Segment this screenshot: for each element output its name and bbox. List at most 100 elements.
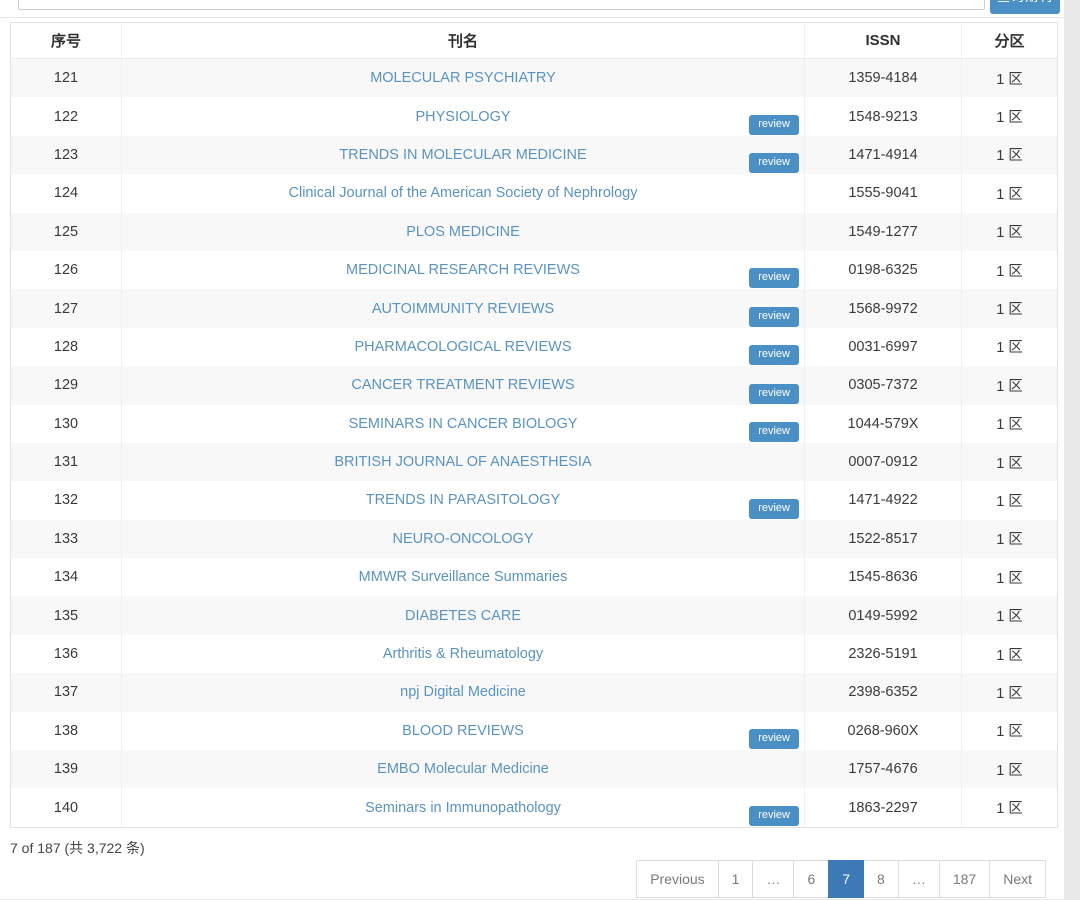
review-badge[interactable]: review [749, 307, 799, 327]
row-journal-cell: CANCER TREATMENT REVIEWS review [121, 366, 805, 404]
table-header-row: 序号 刊名 ISSN 分区 [11, 23, 1057, 59]
header-zone: 分区 [962, 30, 1057, 51]
journal-name-link[interactable]: Clinical Journal of the American Society… [289, 185, 638, 201]
content-panel: 查询期刊 序号 刊名 ISSN 分区 121 MOLECULAR PSYCHIA… [0, 0, 1064, 899]
row-zone: 1 区 [962, 452, 1057, 473]
journal-name-link[interactable]: DIABETES CARE [405, 608, 521, 624]
row-issn: 1471-4914 [805, 136, 962, 174]
row-zone: 1 区 [962, 336, 1057, 357]
row-issn: 1757-4676 [805, 750, 962, 788]
journal-name-link[interactable]: BRITISH JOURNAL OF ANAESTHESIA [334, 454, 591, 470]
table-row: 131 BRITISH JOURNAL OF ANAESTHESIA 0007-… [11, 443, 1057, 481]
table-row: 125 PLOS MEDICINE 1549-1277 1 区 [11, 213, 1057, 251]
row-serial-number: 136 [11, 646, 121, 662]
review-badge[interactable]: review [749, 153, 799, 173]
results-summary: 7 of 187 (共 3,722 条) [10, 838, 145, 858]
row-zone: 1 区 [962, 106, 1057, 127]
journal-name-link[interactable]: npj Digital Medicine [400, 684, 526, 700]
table-row: 140 Seminars in Immunopathology review 1… [11, 788, 1057, 826]
row-zone: 1 区 [962, 644, 1057, 665]
row-serial-number: 123 [11, 147, 121, 163]
row-journal-cell: MOLECULAR PSYCHIATRY [121, 59, 805, 97]
journal-name-link[interactable]: Seminars in Immunopathology [365, 800, 561, 816]
journal-search-input[interactable] [18, 0, 985, 10]
pagination-ellipsis: … [898, 860, 940, 898]
pagination-page-button[interactable]: 8 [863, 860, 899, 898]
table-row: 130 SEMINARS IN CANCER BIOLOGY review 10… [11, 405, 1057, 443]
pagination-next-button[interactable]: Next [989, 860, 1046, 898]
row-journal-cell: TRENDS IN MOLECULAR MEDICINE review [121, 136, 805, 174]
row-zone: 1 区 [962, 413, 1057, 434]
row-zone: 1 区 [962, 528, 1057, 549]
review-badge[interactable]: review [749, 729, 799, 749]
divider [0, 17, 1064, 18]
journal-name-link[interactable]: CANCER TREATMENT REVIEWS [351, 377, 574, 393]
table-row: 127 AUTOIMMUNITY REVIEWS review 1568-997… [11, 289, 1057, 327]
review-badge[interactable]: review [749, 422, 799, 442]
row-zone: 1 区 [962, 298, 1057, 319]
journal-name-link[interactable]: TRENDS IN MOLECULAR MEDICINE [339, 147, 586, 163]
row-serial-number: 140 [11, 800, 121, 816]
table-row: 133 NEURO-ONCOLOGY 1522-8517 1 区 [11, 520, 1057, 558]
review-badge[interactable]: review [749, 384, 799, 404]
journal-table: 序号 刊名 ISSN 分区 121 MOLECULAR PSYCHIATRY 1… [10, 22, 1058, 828]
row-serial-number: 130 [11, 416, 121, 432]
row-journal-cell: NEURO-ONCOLOGY [121, 520, 805, 558]
table-row: 132 TRENDS IN PARASITOLOGY review 1471-4… [11, 481, 1057, 519]
row-journal-cell: npj Digital Medicine [121, 673, 805, 711]
review-badge[interactable]: review [749, 115, 799, 135]
search-journal-button[interactable]: 查询期刊 [990, 0, 1060, 14]
header-serial-number: 序号 [11, 30, 121, 51]
row-issn: 1568-9972 [805, 289, 962, 327]
journal-name-link[interactable]: AUTOIMMUNITY REVIEWS [372, 301, 554, 317]
review-badge[interactable]: review [749, 268, 799, 288]
row-journal-cell: PLOS MEDICINE [121, 213, 805, 251]
pagination-page-button[interactable]: 1 [718, 860, 754, 898]
review-badge[interactable]: review [749, 499, 799, 519]
journal-name-link[interactable]: PLOS MEDICINE [406, 224, 520, 240]
row-journal-cell: MEDICINAL RESEARCH REVIEWS review [121, 251, 805, 289]
journal-name-link[interactable]: EMBO Molecular Medicine [377, 761, 549, 777]
journal-name-link[interactable]: PHYSIOLOGY [415, 109, 510, 125]
row-serial-number: 124 [11, 185, 121, 201]
row-journal-cell: PHYSIOLOGY review [121, 97, 805, 135]
row-journal-cell: SEMINARS IN CANCER BIOLOGY review [121, 405, 805, 443]
row-serial-number: 138 [11, 723, 121, 739]
review-badge[interactable]: review [749, 345, 799, 365]
row-serial-number: 134 [11, 569, 121, 585]
row-zone: 1 区 [962, 759, 1057, 780]
journal-name-link[interactable]: TRENDS IN PARASITOLOGY [366, 492, 560, 508]
journal-name-link[interactable]: BLOOD REVIEWS [402, 723, 524, 739]
pagination: Previous1…678…187Next [637, 860, 1046, 898]
row-issn: 0198-6325 [805, 251, 962, 289]
row-zone: 1 区 [962, 682, 1057, 703]
row-journal-cell: MMWR Surveillance Summaries [121, 558, 805, 596]
journal-name-link[interactable]: MMWR Surveillance Summaries [359, 569, 568, 585]
row-serial-number: 126 [11, 262, 121, 278]
review-badge[interactable]: review [749, 806, 799, 826]
row-journal-cell: Arthritis & Rheumatology [121, 635, 805, 673]
row-serial-number: 133 [11, 531, 121, 547]
row-zone: 1 区 [962, 490, 1057, 511]
journal-name-link[interactable]: MOLECULAR PSYCHIATRY [370, 70, 556, 86]
pagination-page-button[interactable]: 7 [828, 860, 864, 898]
row-serial-number: 137 [11, 684, 121, 700]
row-journal-cell: AUTOIMMUNITY REVIEWS review [121, 289, 805, 327]
journal-name-link[interactable]: PHARMACOLOGICAL REVIEWS [354, 339, 571, 355]
row-serial-number: 139 [11, 761, 121, 777]
journal-name-link[interactable]: MEDICINAL RESEARCH REVIEWS [346, 262, 580, 278]
journal-name-link[interactable]: Arthritis & Rheumatology [383, 646, 543, 662]
row-issn: 0007-0912 [805, 443, 962, 481]
row-zone: 1 区 [962, 183, 1057, 204]
row-issn: 1548-9213 [805, 97, 962, 135]
pagination-previous-button[interactable]: Previous [636, 860, 718, 898]
journal-name-link[interactable]: SEMINARS IN CANCER BIOLOGY [349, 416, 578, 432]
journal-name-link[interactable]: NEURO-ONCOLOGY [393, 531, 534, 547]
pagination-page-button[interactable]: 6 [793, 860, 829, 898]
row-zone: 1 区 [962, 68, 1057, 89]
table-row: 124 Clinical Journal of the American Soc… [11, 174, 1057, 212]
header-issn: ISSN [805, 23, 962, 58]
table-row: 126 MEDICINAL RESEARCH REVIEWS review 01… [11, 251, 1057, 289]
row-journal-cell: EMBO Molecular Medicine [121, 750, 805, 788]
pagination-page-button[interactable]: 187 [939, 860, 990, 898]
